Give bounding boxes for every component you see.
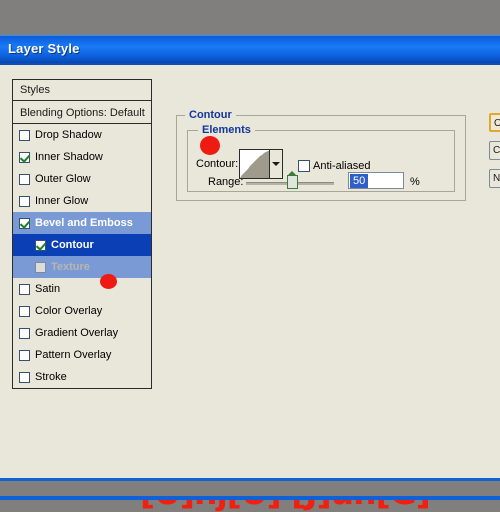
desktop-backdrop-top: [0, 0, 500, 35]
range-row: Range: 50 %: [188, 171, 456, 191]
effects-list: Drop Shadow Inner Shadow Outer Glow Inner G…: [13, 124, 151, 388]
ok-button[interactable]: OK: [489, 113, 500, 132]
range-label: Range:: [208, 176, 244, 188]
elements-group-legend: Elements: [198, 124, 255, 136]
effect-label: Pattern Overlay: [35, 349, 112, 361]
effect-label: Satin: [35, 283, 61, 295]
effect-checkbox[interactable]: [19, 349, 30, 361]
effect-checkbox[interactable]: [19, 195, 30, 207]
desktop-bottom-rule: [0, 496, 500, 500]
layer-style-dialog: Layer Style Styles Blending Options: Def…: [0, 35, 500, 510]
elements-group-box: Elements Contour: Anti-aliased Range: 50…: [187, 124, 456, 192]
effect-label: Inner Shadow: [35, 151, 103, 163]
annotation-dot-contour-field: [200, 136, 220, 155]
effect-checkbox[interactable]: [19, 217, 30, 229]
effect-item-texture[interactable]: Texture: [13, 256, 151, 278]
effect-checkbox[interactable]: [19, 371, 30, 383]
titlebar-bottom-edge: [0, 63, 500, 65]
effect-label: Bevel and Emboss: [35, 217, 133, 229]
range-slider-thumb[interactable]: [287, 171, 298, 189]
range-value-text: 50: [350, 174, 369, 188]
contour-group-box: Contour Elements Contour: Anti-aliased R…: [176, 109, 466, 201]
effect-label: Drop Shadow: [35, 129, 102, 141]
effect-checkbox[interactable]: [35, 239, 46, 251]
effect-item-color-overlay[interactable]: Color Overlay: [13, 300, 151, 322]
effect-item-contour[interactable]: Contour: [13, 234, 151, 256]
effect-item-gradient-overlay[interactable]: Gradient Overlay: [13, 322, 151, 344]
range-value-input[interactable]: 50: [348, 172, 404, 189]
effect-checkbox[interactable]: [35, 261, 46, 273]
styles-panel: Styles Blending Options: Default Drop Sh…: [12, 79, 152, 389]
annotation-dot-contour-sidebar: [100, 274, 117, 289]
antialiased-checkbox[interactable]: [298, 160, 310, 172]
new-style-button[interactable]: New Style...: [489, 169, 500, 188]
effect-item-bevel-and-emboss[interactable]: Bevel and Emboss: [13, 212, 151, 234]
effect-label: Inner Glow: [35, 195, 89, 207]
effect-item-pattern-overlay[interactable]: Pattern Overlay: [13, 344, 151, 366]
cancel-button[interactable]: Cancel: [489, 141, 500, 160]
effect-item-stroke[interactable]: Stroke: [13, 366, 151, 388]
effect-item-inner-shadow[interactable]: Inner Shadow: [13, 146, 151, 168]
effect-item-outer-glow[interactable]: Outer Glow: [13, 168, 151, 190]
range-percent-label: %: [410, 176, 420, 188]
effect-item-drop-shadow[interactable]: Drop Shadow: [13, 124, 151, 146]
effect-label: Gradient Overlay: [35, 327, 119, 339]
effect-item-inner-glow[interactable]: Inner Glow: [13, 190, 151, 212]
dialog-titlebar[interactable]: Layer Style: [0, 36, 500, 63]
effect-label: Outer Glow: [35, 173, 91, 185]
antialiased-label: Anti-aliased: [313, 160, 371, 172]
styles-panel-header: Styles: [13, 80, 151, 101]
effect-checkbox[interactable]: [19, 283, 30, 295]
antialiased-option[interactable]: Anti-aliased: [298, 160, 370, 172]
blending-options-item[interactable]: Blending Options: Default: [13, 103, 151, 124]
effect-checkbox[interactable]: [19, 129, 30, 141]
effect-checkbox[interactable]: [19, 151, 30, 163]
effect-item-satin[interactable]: Satin: [13, 278, 151, 300]
effect-checkbox[interactable]: [19, 327, 30, 339]
effect-label: Stroke: [35, 371, 67, 383]
effect-label: Texture: [51, 261, 90, 273]
effect-checkbox[interactable]: [19, 305, 30, 317]
effect-label: Contour: [51, 239, 94, 251]
contour-group-legend: Contour: [185, 109, 236, 121]
effect-checkbox[interactable]: [19, 173, 30, 185]
dialog-title: Layer Style: [8, 41, 80, 56]
contour-field-label: Contour:: [196, 158, 239, 170]
effect-label: Color Overlay: [35, 305, 103, 317]
